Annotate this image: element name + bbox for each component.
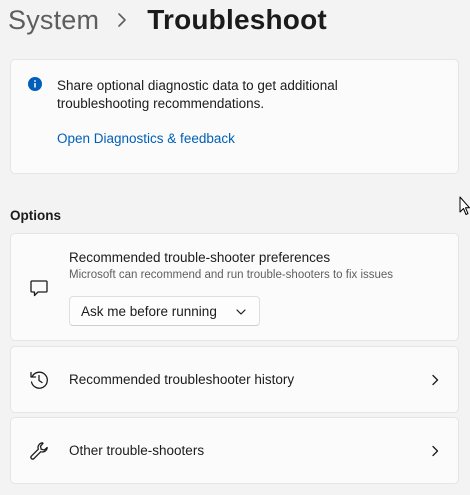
info-icon	[28, 77, 42, 91]
diagnostics-info-text: Share optional diagnostic data to get ad…	[57, 78, 338, 111]
wrench-icon	[28, 440, 50, 462]
page-title: Troubleshoot	[147, 4, 327, 35]
history-title: Recommended troubleshooter history	[69, 372, 295, 387]
troubleshooter-history-row[interactable]: Recommended troubleshooter history	[10, 346, 459, 413]
chat-bubble-icon	[28, 277, 50, 299]
mouse-pointer-icon	[459, 196, 470, 216]
dropdown-selected-value: Ask me before running	[81, 303, 217, 319]
options-heading: Options	[10, 208, 61, 223]
chevron-right-icon	[113, 11, 131, 29]
other-troubleshooters-title: Other trouble-shooters	[69, 443, 205, 458]
diagnostics-info-card: Share optional diagnostic data to get ad…	[10, 59, 459, 174]
troubleshooter-preferences-card: Recommended trouble-shooter preferences …	[10, 233, 459, 341]
troubleshooter-preference-dropdown[interactable]: Ask me before running	[69, 296, 260, 326]
history-icon	[28, 369, 50, 391]
other-troubleshooters-row[interactable]: Other trouble-shooters	[10, 417, 459, 484]
chevron-down-icon	[235, 306, 247, 318]
breadcrumb-parent-system[interactable]: System	[8, 5, 99, 36]
preferences-subtitle: Microsoft can recommend and run trouble-…	[69, 269, 394, 281]
chevron-right-icon	[428, 444, 442, 458]
chevron-right-icon	[428, 373, 442, 387]
preferences-title: Recommended trouble-shooter preferences	[69, 250, 331, 265]
open-diagnostics-feedback-link[interactable]: Open Diagnostics & feedback	[57, 131, 235, 146]
breadcrumb: System Troubleshoot	[8, 4, 327, 36]
